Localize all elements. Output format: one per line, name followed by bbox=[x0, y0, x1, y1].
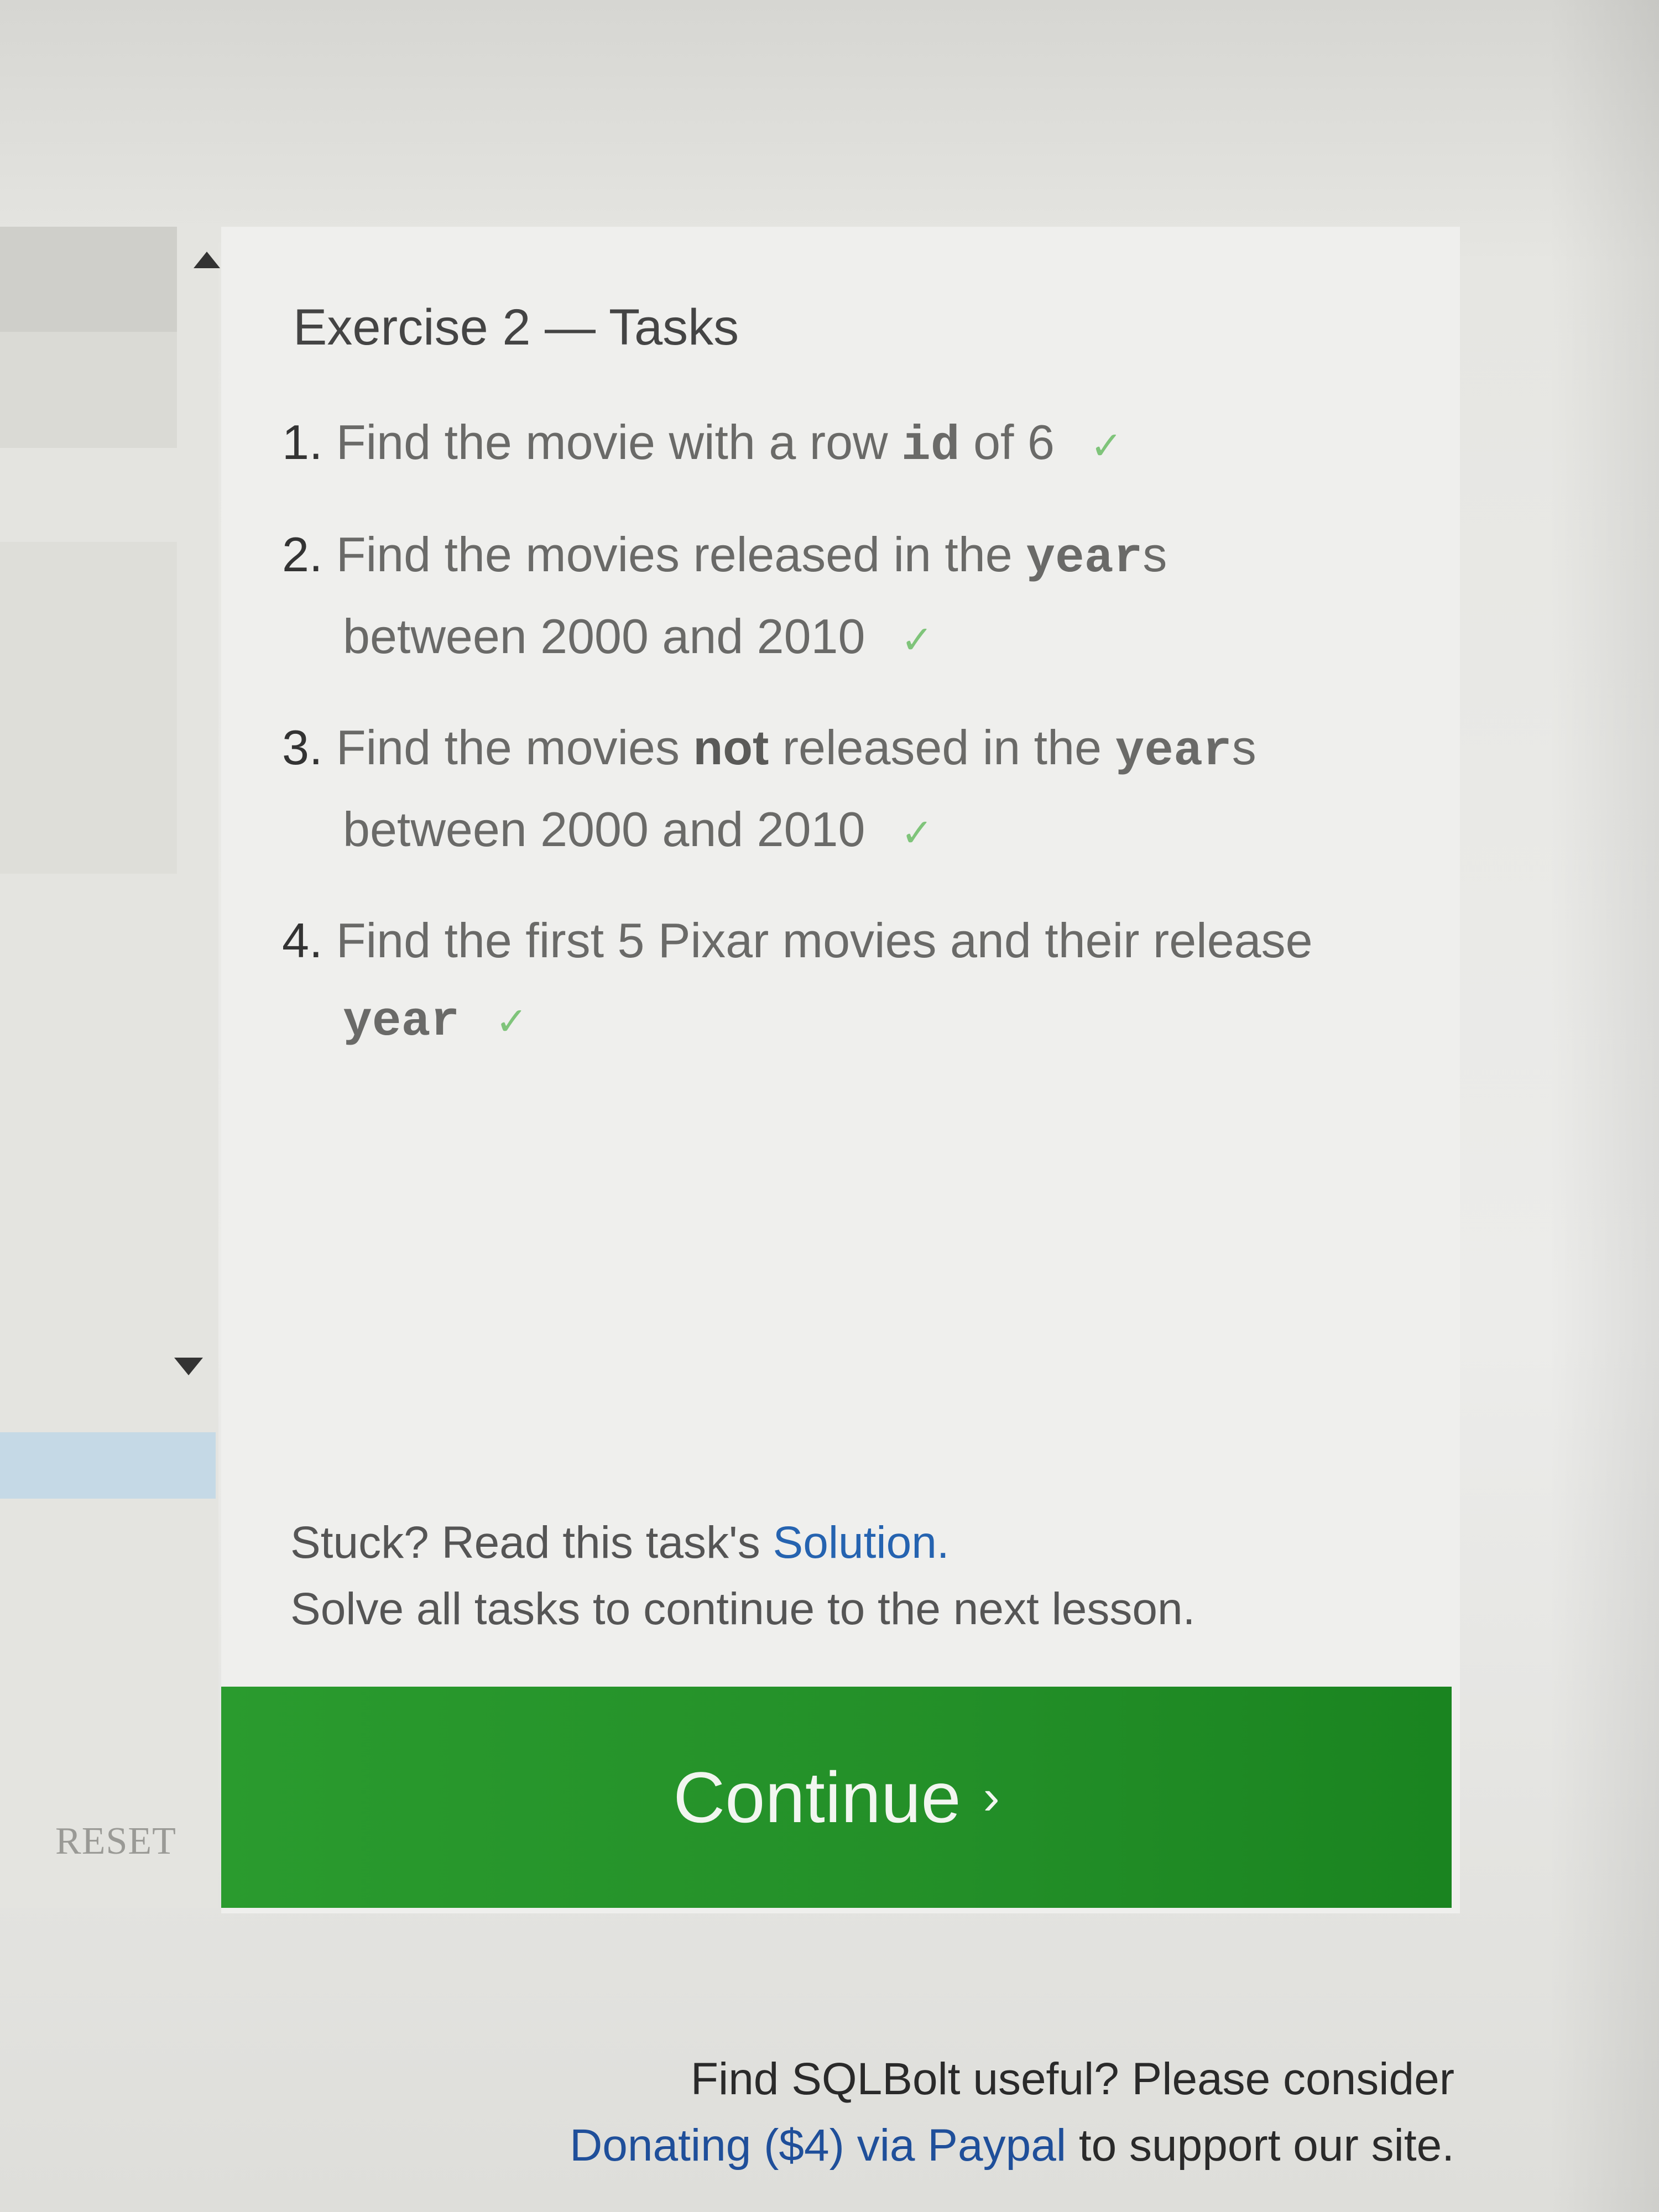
exercise-title: Exercise 2 — Tasks bbox=[293, 299, 739, 356]
task-text: between 2000 and 2010 bbox=[343, 609, 865, 664]
task-item-1: 1. Find the movie with a row id of 6 ✓ bbox=[282, 404, 1416, 486]
task-number: 3. bbox=[282, 720, 323, 775]
task-text: s bbox=[1142, 527, 1167, 582]
task-code: year bbox=[1026, 531, 1143, 586]
editor-line-band bbox=[0, 542, 177, 874]
check-icon: ✓ bbox=[1090, 424, 1123, 467]
continue-button[interactable]: Continue › bbox=[221, 1687, 1452, 1908]
solution-link[interactable]: Solution. bbox=[773, 1517, 950, 1568]
task-emphasis: not bbox=[693, 720, 769, 775]
task-item-4: 4. Find the first 5 Pixar movies and the… bbox=[282, 902, 1416, 1061]
task-text: of 6 bbox=[973, 415, 1055, 469]
task-line2: year ✓ bbox=[282, 979, 1416, 1061]
task-code: year bbox=[343, 995, 460, 1050]
check-icon: ✓ bbox=[900, 618, 933, 661]
task-text: between 2000 and 2010 bbox=[343, 802, 865, 857]
editor-line-band bbox=[0, 332, 177, 448]
query-editor-pane[interactable] bbox=[0, 227, 218, 1908]
task-text: released in the bbox=[782, 720, 1102, 775]
chevron-right-icon: › bbox=[983, 1769, 1000, 1825]
task-item-3: 3. Find the movies not released in the y… bbox=[282, 709, 1416, 872]
task-line2: between 2000 and 2010 ✓ bbox=[282, 791, 1416, 872]
task-number: 1. bbox=[282, 415, 323, 469]
stuck-text: Stuck? Read this task's bbox=[290, 1517, 760, 1568]
donate-link[interactable]: Donating ($4) via Paypal bbox=[570, 2120, 1066, 2171]
task-code: id bbox=[901, 419, 960, 474]
scroll-up-arrow-icon[interactable] bbox=[194, 252, 220, 268]
footer-line2-suffix: to support our site. bbox=[1078, 2120, 1454, 2171]
task-text: Find the movies bbox=[336, 720, 680, 775]
task-item-2: 2. Find the movies released in the years… bbox=[282, 516, 1416, 679]
editor-selection-highlight bbox=[0, 1432, 216, 1499]
footer-line1: Find SQLBolt useful? Please consider bbox=[690, 2054, 1454, 2104]
task-number: 4. bbox=[282, 913, 323, 968]
sqlbolt-page: RESET Exercise 2 — Tasks 1. Find the mov… bbox=[0, 0, 1659, 2212]
help-text: Stuck? Read this task's Solution. Solve … bbox=[290, 1510, 1195, 1642]
tasks-panel: Exercise 2 — Tasks 1. Find the movie wit… bbox=[221, 227, 1460, 1913]
task-line2: between 2000 and 2010 ✓ bbox=[282, 598, 1416, 679]
footer-donate-note: Find SQLBolt useful? Please consider Don… bbox=[487, 2046, 1454, 2179]
task-number: 2. bbox=[282, 527, 323, 582]
check-icon: ✓ bbox=[900, 811, 933, 854]
task-text: Find the first 5 Pixar movies and their … bbox=[336, 913, 1313, 968]
task-list: 1. Find the movie with a row id of 6 ✓ 2… bbox=[282, 404, 1416, 1092]
scroll-down-arrow-icon[interactable] bbox=[174, 1358, 203, 1375]
check-icon: ✓ bbox=[495, 1000, 528, 1043]
edge-shade bbox=[1548, 0, 1659, 2212]
continue-label: Continue bbox=[673, 1757, 961, 1838]
task-text: Find the movies released in the bbox=[336, 527, 1013, 582]
reset-button[interactable]: RESET bbox=[55, 1819, 176, 1864]
task-text: s bbox=[1232, 720, 1256, 775]
continue-note: Solve all tasks to continue to the next … bbox=[290, 1584, 1196, 1634]
task-text: Find the movie with a row bbox=[336, 415, 888, 469]
task-code: year bbox=[1115, 724, 1232, 779]
editor-line-band bbox=[0, 227, 177, 332]
